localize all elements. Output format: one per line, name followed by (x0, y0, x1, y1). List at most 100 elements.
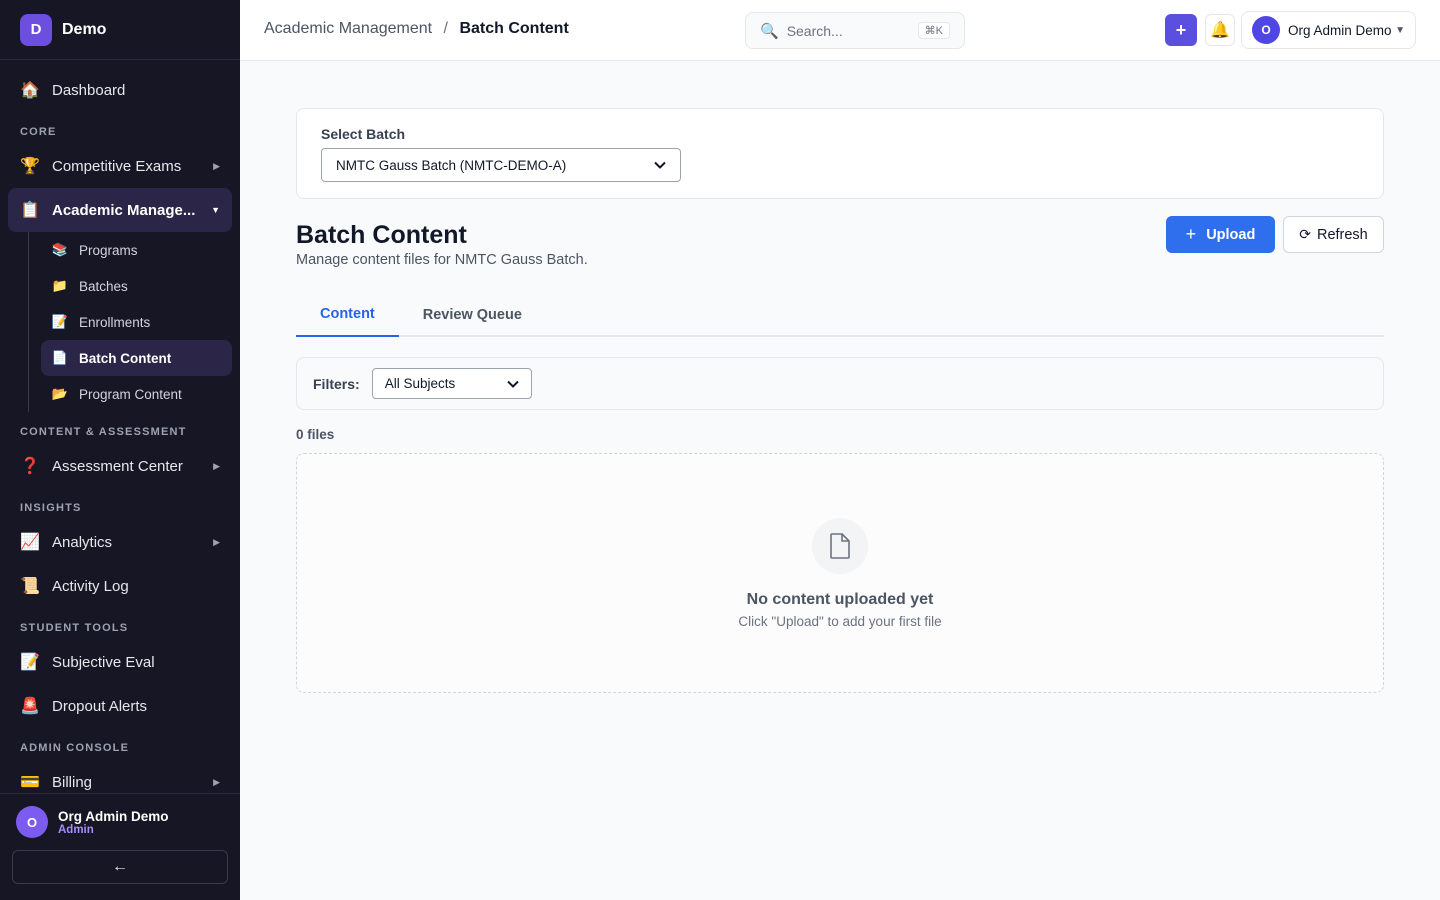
section-content-assessment: CONTENT & ASSESSMENT (20, 426, 187, 438)
breadcrumb-current: Batch Content (459, 20, 569, 37)
chart-icon: 📈 (20, 534, 40, 551)
sidebar-subitem-enrollments[interactable]: 📝 Enrollments (41, 304, 232, 340)
sidebar-item-label: Activity Log (52, 577, 129, 595)
subject-filter-value: All Subjects (384, 376, 456, 391)
upload-label: Upload (1206, 226, 1256, 243)
sidebar-user[interactable]: O Org Admin Demo Admin (0, 794, 240, 850)
sidebar-item-label: Assessment Center (52, 457, 183, 475)
user-role: Admin (58, 823, 94, 836)
sidebar-subitem-label: Program Content (79, 386, 182, 402)
avatar: O (1252, 16, 1280, 44)
page-subtitle: Manage content files for NMTC Gauss Batc… (296, 252, 588, 268)
subject-filter-select[interactable]: All Subjects (371, 368, 532, 399)
plus-icon: + (1185, 224, 1197, 244)
topbar: Academic Management / Batch Content 🔍 Se… (240, 0, 1440, 61)
breadcrumb-separator: / (443, 20, 448, 37)
sidebar-subitem-batches[interactable]: 📁 Batches (41, 268, 232, 304)
academic-submenu: 📚 Programs 📁 Batches 📝 Enrollments 📄 Bat… (28, 232, 232, 412)
chevron-right-icon: ▶ (213, 536, 220, 547)
batch-selector-card: Select Batch NMTC Gauss Batch (NMTC-DEMO… (296, 108, 1384, 199)
file-icon (812, 518, 868, 574)
breadcrumb-parent[interactable]: Academic Management (264, 20, 432, 37)
home-icon: 🏠 (20, 82, 40, 99)
refresh-label: Refresh (1316, 226, 1368, 243)
quick-add-button[interactable]: + (1165, 14, 1197, 46)
sidebar-item-subjective-eval[interactable]: 📝 Subjective Eval (8, 640, 232, 684)
open-folder-icon: 📂 (51, 386, 69, 401)
section-admin-console: ADMIN CONSOLE (20, 742, 130, 754)
main-content: Select Batch NMTC Gauss Batch (NMTC-DEMO… (296, 108, 1384, 693)
tab-review-queue[interactable]: Review Queue (399, 293, 546, 337)
siren-icon: 🚨 (20, 698, 40, 715)
section-insights: INSIGHTS (20, 502, 82, 514)
scroll-icon: 📜 (20, 578, 40, 595)
sidebar-item-label: Academic Manage... (52, 201, 196, 219)
filter-bar: Filters: All Subjects (296, 357, 1384, 410)
sidebar-subitem-batch-content[interactable]: 📄 Batch Content (41, 340, 232, 376)
sidebar-subitem-programs[interactable]: 📚 Programs (41, 232, 232, 268)
search-input[interactable]: 🔍 Search... ⌘K (745, 12, 965, 49)
batch-select[interactable]: NMTC Gauss Batch (NMTC-DEMO-A) (321, 148, 681, 182)
refresh-button[interactable]: ⟳ Refresh (1283, 216, 1384, 253)
search-icon: 🔍 (760, 22, 779, 40)
collapse-sidebar-button[interactable]: ← (12, 850, 228, 884)
tab-content[interactable]: Content (296, 293, 399, 337)
user-menu-button[interactable]: O Org Admin Demo ▼ (1241, 11, 1416, 49)
sidebar-item-billing[interactable]: 💳 Billing ▶ (8, 760, 232, 793)
upload-button[interactable]: + Upload (1166, 216, 1275, 253)
sidebar-subitem-label: Programs (79, 242, 138, 258)
section-core: CORE (20, 126, 57, 138)
search-shortcut: ⌘K (917, 22, 950, 39)
breadcrumb: Academic Management / Batch Content (264, 20, 569, 38)
chevron-down-icon (506, 380, 519, 388)
batch-select-value: NMTC Gauss Batch (NMTC-DEMO-A) (336, 157, 567, 173)
bell-icon: 🔔 (1210, 22, 1230, 39)
plus-icon: + (1175, 19, 1187, 40)
sidebar-item-competitive-exams[interactable]: 🏆 Competitive Exams ▶ (8, 144, 232, 188)
sidebar-subitem-program-content[interactable]: 📂 Program Content (41, 376, 232, 412)
chevron-right-icon: ▶ (213, 160, 220, 171)
sidebar-item-label: Subjective Eval (52, 653, 155, 671)
sidebar-item-activity-log[interactable]: 📜 Activity Log (8, 564, 232, 608)
brand-name: Demo (62, 20, 107, 38)
user-menu-name: Org Admin Demo (1288, 22, 1392, 38)
clipboard-icon: 📋 (20, 202, 40, 219)
user-name: Org Admin Demo (58, 808, 169, 824)
refresh-icon: ⟳ (1299, 226, 1311, 242)
sidebar-item-assessment-center[interactable]: ❓ Assessment Center ▶ (8, 444, 232, 488)
chevron-down-icon (654, 161, 666, 169)
sidebar-item-dashboard[interactable]: 🏠 Dashboard (8, 68, 232, 112)
memo-icon: 📝 (51, 314, 69, 329)
sidebar-item-label: Billing (52, 773, 93, 791)
books-icon: 📚 (51, 242, 69, 257)
notifications-button[interactable]: 🔔 (1205, 14, 1235, 46)
sidebar-item-label: Competitive Exams (52, 157, 182, 175)
page-header: Batch Content Manage content files for N… (296, 199, 1384, 297)
sidebar-item-label: Analytics (52, 533, 113, 551)
section-student-tools: STUDENT TOOLS (20, 622, 129, 634)
sidebar-subitem-label: Batch Content (79, 350, 172, 366)
trophy-icon: 🏆 (20, 158, 40, 175)
sidebar-user-footer: O Org Admin Demo Admin ← (0, 793, 240, 900)
sidebar-item-analytics[interactable]: 📈 Analytics ▶ (8, 520, 232, 564)
caret-down-icon: ▼ (1395, 24, 1405, 36)
empty-state: No content uploaded yet Click "Upload" t… (296, 453, 1384, 693)
brand[interactable]: D Demo (0, 0, 240, 60)
folder-icon: 📁 (51, 278, 69, 293)
sidebar-item-label: Dashboard (52, 81, 126, 99)
page-title: Batch Content (296, 221, 467, 249)
credit-card-icon: 💳 (20, 774, 40, 791)
sidebar-item-label: Dropout Alerts (52, 697, 148, 715)
sidebar-item-dropout-alerts[interactable]: 🚨 Dropout Alerts (8, 684, 232, 728)
empty-state-title: No content uploaded yet (746, 591, 934, 608)
chevron-right-icon: ▶ (213, 776, 220, 787)
sidebar-subitem-label: Enrollments (79, 314, 151, 330)
question-icon: ❓ (20, 458, 40, 475)
search-placeholder: Search... (786, 22, 843, 39)
document-icon: 📄 (51, 350, 69, 365)
chevron-right-icon: ▶ (213, 460, 220, 471)
content-tabs: Content Review Queue (296, 293, 1384, 337)
memo-icon: 📝 (20, 654, 40, 671)
sidebar-item-academic-management[interactable]: 📋 Academic Manage... ▼ (8, 188, 232, 232)
chevron-down-icon: ▼ (211, 205, 220, 215)
